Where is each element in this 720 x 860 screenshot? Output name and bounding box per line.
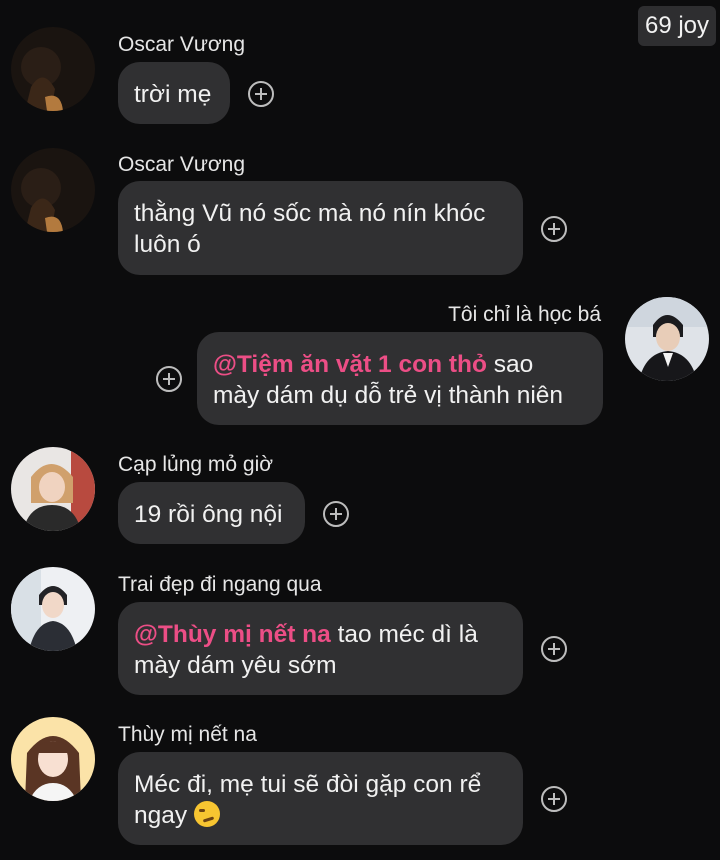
- message-text: ngay: [134, 802, 188, 829]
- message-bubble[interactable]: @Tiệm ăn vặt 1 con thỏ sao mày dám dụ dỗ…: [197, 332, 603, 425]
- sender-name: Oscar Vương: [118, 153, 246, 176]
- avatar[interactable]: [11, 567, 95, 651]
- reaction-count-badge[interactable]: 69 joy: [638, 6, 716, 46]
- add-reaction-icon[interactable]: [541, 786, 567, 812]
- sender-name: Trai đẹp đi ngang qua: [118, 573, 322, 596]
- avatar[interactable]: [11, 27, 95, 111]
- message-text-line: mày dám dụ dỗ trẻ vị thành niên: [213, 382, 564, 409]
- message-text-line: thằng Vũ nó sốc mà nó nín khóc: [134, 200, 486, 227]
- message-text-line: mày dám yêu sớm: [134, 652, 337, 679]
- message-bubble[interactable]: thằng Vũ nó sốc mà nó nín khóc luôn ó: [118, 181, 523, 275]
- message-text: sao: [486, 351, 534, 378]
- message-bubble[interactable]: trời mẹ: [118, 62, 230, 124]
- sender-name: Cạp lủng mỏ giờ: [118, 453, 274, 476]
- avatar[interactable]: [11, 148, 95, 232]
- message-bubble[interactable]: @Thùy mị nết na tao méc dì là mày dám yê…: [118, 602, 523, 695]
- sender-name: Oscar Vương: [118, 33, 246, 56]
- message-text: trời mẹ: [134, 81, 212, 108]
- message-text-line: @Thùy mị nết na tao méc dì là: [134, 619, 507, 650]
- message-text-line: Méc đi, mẹ tui sẽ đòi gặp con rể: [134, 771, 482, 798]
- add-reaction-icon[interactable]: [248, 81, 274, 107]
- avatar[interactable]: [11, 717, 95, 801]
- mention-link[interactable]: @Thùy mị nết na: [134, 621, 331, 648]
- avatar[interactable]: [625, 297, 709, 381]
- message-text: tao méc dì là: [330, 621, 478, 648]
- message-text-line: @Tiệm ăn vặt 1 con thỏ sao: [213, 349, 587, 380]
- sender-name: Thùy mị nết na: [118, 723, 257, 746]
- add-reaction-icon[interactable]: [323, 501, 349, 527]
- message-bubble[interactable]: 19 rồi ông nội: [118, 482, 305, 544]
- smirking-face-emoji: [193, 801, 220, 827]
- add-reaction-icon[interactable]: [156, 366, 182, 392]
- message-bubble[interactable]: Méc đi, mẹ tui sẽ đòi gặp con rể ngay: [118, 752, 523, 845]
- message-text: 19 rồi ông nội: [134, 501, 283, 528]
- message-text-line: luôn ó: [134, 231, 201, 258]
- add-reaction-icon[interactable]: [541, 216, 567, 242]
- avatar[interactable]: [11, 447, 95, 531]
- sender-name: Tôi chỉ là học bá: [448, 303, 601, 326]
- mention-link[interactable]: @Tiệm ăn vặt 1 con thỏ: [213, 351, 487, 378]
- add-reaction-icon[interactable]: [541, 636, 567, 662]
- message-text-line: ngay: [134, 800, 507, 831]
